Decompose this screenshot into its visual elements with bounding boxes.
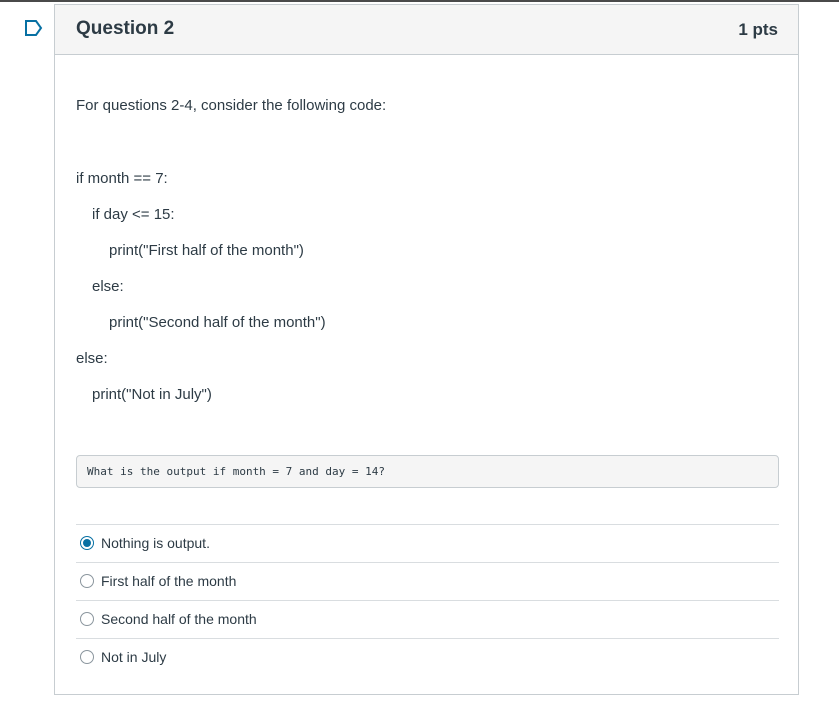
answer-option[interactable]: Second half of the month [76,600,779,638]
code-line: if day <= 15: [92,206,175,223]
top-border [0,0,839,2]
radio-button[interactable] [80,612,94,626]
question-points: 1 pts [738,20,778,39]
question-header: Question 2 1 pts [55,5,798,55]
answer-label: First half of the month [101,573,237,589]
question-prompt: What is the output if month = 7 and day … [87,465,386,478]
question-intro: For questions 2-4, consider the followin… [76,97,387,114]
question-prompt-box: What is the output if month = 7 and day … [76,455,779,488]
code-line: else: [92,278,124,295]
question-panel: Question 2 1 pts For questions 2-4, cons… [54,4,799,695]
answer-label: Second half of the month [101,611,257,627]
answer-option[interactable]: Not in July [76,638,779,676]
answer-list: Nothing is output. First half of the mon… [76,524,779,676]
answer-option[interactable]: Nothing is output. [76,524,779,562]
answer-label: Not in July [101,649,167,665]
code-line: print("Second half of the month") [109,314,326,331]
flag-icon[interactable] [25,20,43,36]
code-line: print("First half of the month") [109,242,304,259]
code-line: else: [76,350,108,367]
code-line: print("Not in July") [92,386,212,403]
answer-label: Nothing is output. [101,535,210,551]
code-line: if month == 7: [76,170,168,187]
radio-button[interactable] [80,574,94,588]
radio-button[interactable] [80,650,94,664]
answer-option[interactable]: First half of the month [76,562,779,600]
radio-button-selected[interactable] [80,536,94,550]
question-title: Question 2 [76,18,175,39]
